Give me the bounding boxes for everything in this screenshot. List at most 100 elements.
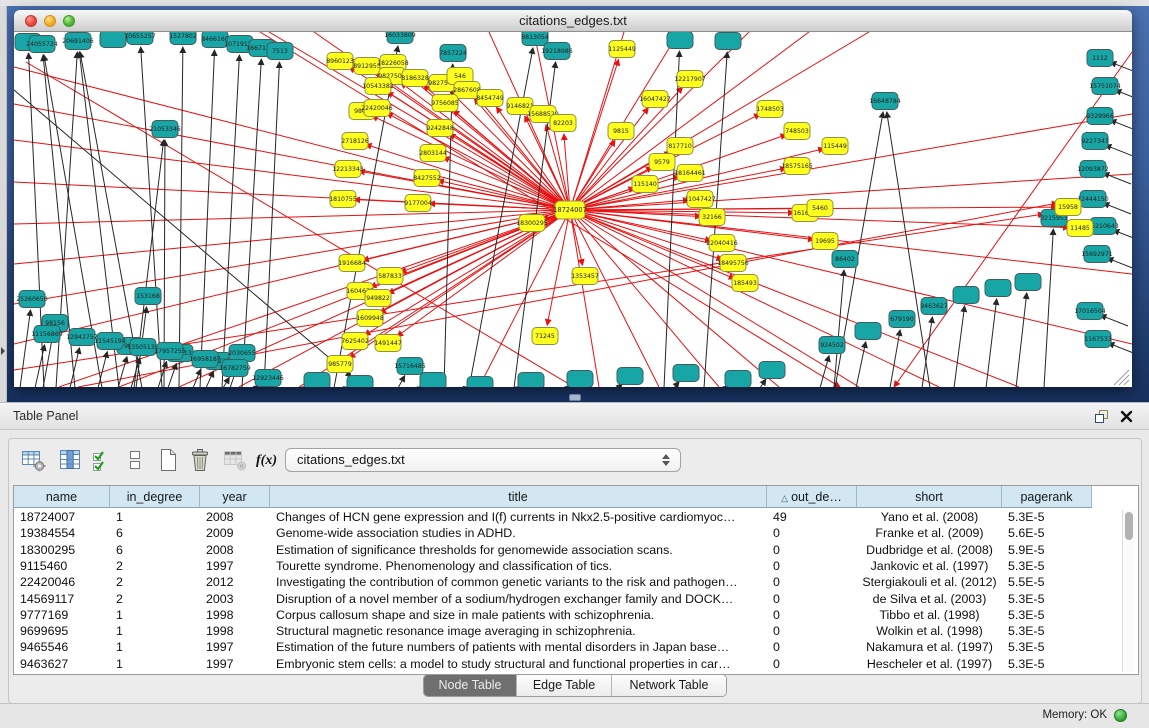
graph-node[interactable]: 22420046 <box>361 100 393 117</box>
graph-node[interactable]: 748503 <box>784 123 810 140</box>
float-panel-button[interactable] <box>1094 409 1109 424</box>
graph-node[interactable]: 12942757 <box>66 329 98 346</box>
graph-node[interactable]: 15958 <box>1055 199 1081 216</box>
graph-node[interactable]: 9177004 <box>404 195 432 212</box>
graph-node[interactable]: 9329966 <box>1086 108 1114 125</box>
graph-node[interactable]: 2803144 <box>419 145 447 162</box>
network-window[interactable]: citations_edges.txt 24055724206914061065… <box>14 10 1132 386</box>
scrollbar-thumb[interactable] <box>1125 512 1133 540</box>
window-titlebar[interactable]: citations_edges.txt <box>14 10 1132 32</box>
graph-node[interactable]: 2030655 <box>228 345 256 362</box>
graph-node[interactable]: 18495756 <box>717 255 749 272</box>
graph-node[interactable]: 15716485 <box>394 358 426 375</box>
graph-node[interactable]: 1916684 <box>338 255 366 272</box>
graph-node[interactable]: 924502 <box>819 337 845 354</box>
graph-node[interactable]: 25260650 <box>16 291 48 308</box>
table-row[interactable]: 946554611997Estimation of the future num… <box>14 639 1138 655</box>
show-column-icon[interactable] <box>56 447 83 474</box>
table-row[interactable]: 977716911998Corpus callosum shape and si… <box>14 607 1138 623</box>
graph-node[interactable]: 11156869 <box>31 326 63 343</box>
graph-node[interactable]: 18575165 <box>781 158 813 175</box>
graph-node[interactable] <box>100 32 126 48</box>
graph-node[interactable]: 679190 <box>889 311 915 328</box>
graph-node[interactable] <box>1015 274 1041 291</box>
delete-table-icon[interactable] <box>186 447 213 474</box>
graph-node[interactable] <box>667 32 693 49</box>
new-table-icon[interactable] <box>154 447 181 474</box>
splitter-grip[interactable] <box>569 394 581 401</box>
graph-node[interactable]: 1810755 <box>329 191 357 208</box>
graph-node[interactable]: 22040416 <box>706 235 738 252</box>
graph-node[interactable]: 817710 <box>667 138 693 155</box>
column-header-out_degree[interactable]: △out_de… <box>767 486 857 508</box>
graph-node[interactable] <box>304 373 330 388</box>
graph-node[interactable] <box>617 368 643 385</box>
graph-node[interactable] <box>567 371 593 388</box>
resize-grip-icon[interactable] <box>1114 370 1129 385</box>
graph-node[interactable]: 16958187 <box>189 351 221 368</box>
graph-node[interactable]: 9756085 <box>431 95 459 112</box>
graph-node[interactable]: 8454749 <box>476 90 504 107</box>
import-table-icon[interactable] <box>221 447 248 474</box>
table-row[interactable]: 969969511998Structural magnetic resonanc… <box>14 623 1138 639</box>
graph-node[interactable]: 19218986 <box>541 43 573 60</box>
function-builder-icon[interactable]: f(x) <box>253 447 280 474</box>
graph-node[interactable]: 1112 <box>1087 50 1113 67</box>
graph-node[interactable]: 24055724 <box>26 36 58 53</box>
graph-node[interactable]: 9242848 <box>426 120 454 137</box>
graph-node[interactable]: 10655257 <box>124 32 156 45</box>
graph-node[interactable] <box>759 362 785 379</box>
table-row[interactable]: 1938455462009Genome-wide association stu… <box>14 525 1138 541</box>
graph-node[interactable]: 587833 <box>377 268 403 285</box>
graph-node[interactable]: 7513 <box>267 43 293 60</box>
graph-node[interactable]: 19695 <box>812 233 838 250</box>
graph-node[interactable]: 18164461 <box>674 165 706 182</box>
graph-node[interactable]: 32166 <box>699 209 725 226</box>
graph-node[interactable]: 1353457 <box>571 268 599 285</box>
graph-node[interactable]: 12444150 <box>1077 191 1109 208</box>
graph-node[interactable]: 86402 <box>832 251 858 268</box>
splitter-arrow-icon[interactable] <box>1 347 5 355</box>
left-splitter[interactable] <box>0 6 7 402</box>
graph-node[interactable] <box>467 377 493 388</box>
graph-node[interactable]: 2718126 <box>341 133 369 150</box>
table-row[interactable]: 2242004622012Investigating the contribut… <box>14 574 1138 590</box>
graph-node[interactable]: 9579 <box>649 154 675 171</box>
select-all-icon[interactable] <box>89 447 116 474</box>
graph-node[interactable]: 1527802 <box>169 32 197 45</box>
graph-node[interactable] <box>673 365 699 382</box>
graph-node[interactable]: 12217907 <box>674 71 706 88</box>
graph-node[interactable]: 11485 <box>1067 220 1093 237</box>
table-selector-dropdown[interactable]: citations_edges.txt <box>285 448 681 472</box>
graph-node[interactable]: 8186328 <box>401 70 429 87</box>
graph-node[interactable]: 9815 <box>608 123 634 140</box>
graph-node[interactable]: 115449 <box>822 138 848 155</box>
graph-node[interactable]: 5460 <box>807 200 833 217</box>
graph-node[interactable]: 18724007 <box>553 201 587 219</box>
graph-node[interactable] <box>715 33 741 50</box>
graph-node[interactable]: 1491447 <box>374 335 402 352</box>
graph-node[interactable]: 115140 <box>632 176 658 193</box>
graph-node[interactable]: 21053346 <box>149 121 181 138</box>
graph-node[interactable] <box>953 287 979 304</box>
table-row[interactable]: 1830029562008Estimation of significance … <box>14 542 1138 558</box>
graph-node[interactable]: 11545194 <box>94 333 126 350</box>
graph-node[interactable]: 71245 <box>532 328 558 345</box>
tab-node-table[interactable]: Node Table <box>424 675 517 696</box>
graph-node[interactable]: 12923446 <box>252 370 284 387</box>
close-panel-button[interactable] <box>1119 409 1134 424</box>
graph-node[interactable]: 8960123 <box>326 53 354 70</box>
graph-node[interactable] <box>518 373 544 388</box>
graph-node[interactable]: 16033809 <box>384 32 416 44</box>
graph-node[interactable]: 17957255 <box>154 343 186 360</box>
column-header-in_degree[interactable]: in_degree <box>110 486 200 508</box>
column-header-name[interactable]: name <box>14 486 110 508</box>
row-view-icon[interactable] <box>121 447 148 474</box>
graph-node[interactable] <box>347 376 373 388</box>
graph-node[interactable]: 8813054 <box>521 32 549 46</box>
table-row[interactable]: 1456911722003Disruption of a novel membe… <box>14 591 1138 607</box>
graph-node[interactable] <box>725 371 751 388</box>
column-header-year[interactable]: year <box>200 486 270 508</box>
table-row[interactable]: 946362711997Embryonic stem cells: a mode… <box>14 656 1138 672</box>
column-header-short[interactable]: short <box>857 486 1002 508</box>
